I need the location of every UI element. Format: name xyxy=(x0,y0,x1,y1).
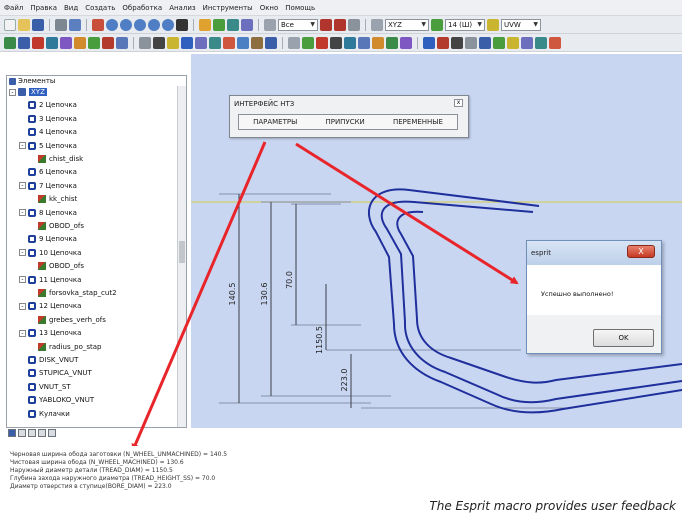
output-log-panel: Черновая ширина обода заготовки (N_WHEEL… xyxy=(6,446,682,493)
output-line: Черновая ширина обода заготовки (N_WHEEL… xyxy=(10,451,228,458)
output-line: Чистовая ширина обода (N_WHEEL_MACHINED)… xyxy=(10,459,184,466)
annotation-arrows xyxy=(131,141,519,452)
output-line: Диаметр отверстия в ступице(BORE_DIAM) =… xyxy=(10,483,172,490)
arrow-to-dialog xyxy=(295,142,519,285)
output-line: Глубина захода наружного диаметра (TREAD… xyxy=(10,475,216,482)
output-line: Наружный диаметр детали (TREAD_DIAM) = 1… xyxy=(10,467,173,474)
arrow-to-output xyxy=(131,141,267,452)
figure-caption: The Esprit macro provides user feedback xyxy=(429,499,676,513)
